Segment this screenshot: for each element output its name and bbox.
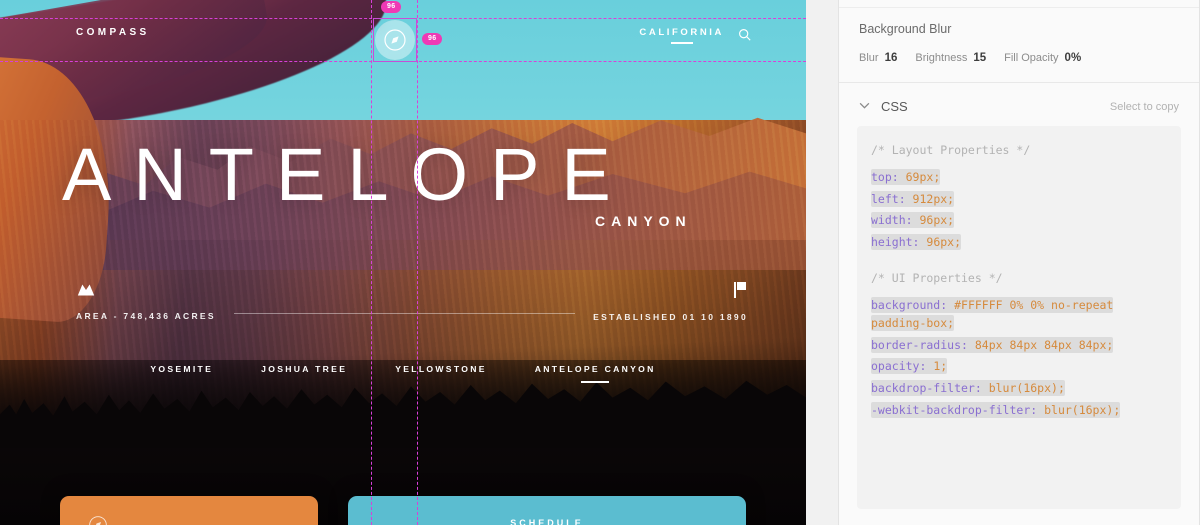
background-blur-properties: Blur 16 Brightness 15 Fill Opacity 0% xyxy=(859,52,1179,64)
inspector-panel: Background Blur Blur 16 Brightness 15 Fi… xyxy=(838,0,1200,525)
ui-properties-comment: /* UI Properties */ xyxy=(871,271,1003,286)
compass-icon xyxy=(384,29,406,51)
park-navigation: YOSEMITE JOSHUA TREE YELLOWSTONE ANTELOP… xyxy=(0,364,806,383)
css-prop: width: xyxy=(871,213,913,228)
css-code-block[interactable]: /* Layout Properties */ top: 69px; left:… xyxy=(857,126,1181,509)
canvas-gutter xyxy=(806,0,838,525)
css-prop: top: xyxy=(871,169,899,184)
flag-icon xyxy=(734,282,748,303)
fill-opacity-value[interactable]: 0% xyxy=(1065,52,1082,64)
blur-value[interactable]: 16 xyxy=(885,52,898,64)
meta-established-group: ESTABLISHED 01 10 1890 xyxy=(593,282,748,322)
css-decl-height[interactable]: height: 96px; xyxy=(871,234,1167,252)
css-section-title: CSS xyxy=(881,99,908,114)
css-decl-backdrop-filter[interactable]: backdrop-filter: blur(16px); xyxy=(871,380,1167,398)
css-decl-background[interactable]: background: #FFFFFF 0% 0% no-repeat padd… xyxy=(871,296,1167,333)
css-section-header[interactable]: CSS Select to copy xyxy=(839,83,1199,126)
selection-height-badge: 96 xyxy=(422,33,443,46)
compass-icon xyxy=(88,515,108,525)
chevron-down-icon[interactable] xyxy=(859,101,873,112)
css-value: 84px 84px 84px 84px; xyxy=(967,337,1114,352)
css-prop: backdrop-filter: xyxy=(871,381,982,396)
park-link-yellowstone[interactable]: YELLOWSTONE xyxy=(395,364,487,383)
css-value: 1; xyxy=(926,359,948,374)
design-inspector-app: COMPASS CALIFORNIA ANTELOPE CANYON AREA … xyxy=(0,0,1200,525)
brightness-value[interactable]: 15 xyxy=(973,52,986,64)
css-prop: background: xyxy=(871,297,948,312)
css-decl-webkit-backdrop-filter[interactable]: -webkit-backdrop-filter: blur(16px); xyxy=(871,401,1167,420)
area-text: AREA - 748,436 ACRES xyxy=(76,311,216,321)
blur-label: Blur xyxy=(859,52,879,64)
site-logo[interactable]: COMPASS xyxy=(76,27,150,38)
selection-width-badge: 96 xyxy=(381,1,402,14)
fill-opacity-label: Fill Opacity xyxy=(1004,52,1059,64)
css-prop: height: xyxy=(871,235,920,250)
card-explore[interactable] xyxy=(60,496,318,525)
css-prop: -webkit-backdrop-filter: xyxy=(871,402,1038,417)
background-blur-title: Background Blur xyxy=(859,22,952,36)
css-value: 69px; xyxy=(898,169,941,184)
search-icon[interactable] xyxy=(738,28,751,43)
css-prop: opacity: xyxy=(871,359,927,374)
brightness-label: Brightness xyxy=(915,52,968,64)
panel-section-clipped xyxy=(839,0,1199,8)
park-link-yosemite[interactable]: YOSEMITE xyxy=(150,364,213,383)
css-value: blur(16px); xyxy=(981,381,1065,396)
card-schedule-label: SCHEDULE xyxy=(510,518,584,525)
park-link-antelope-canyon[interactable]: ANTELOPE CANYON xyxy=(535,364,656,383)
page-subtitle: CANYON xyxy=(595,213,692,229)
compass-button[interactable] xyxy=(375,20,415,60)
card-schedule[interactable]: SCHEDULE xyxy=(348,496,746,525)
css-prop: border-radius: xyxy=(871,337,968,352)
nav-link-california[interactable]: CALIFORNIA xyxy=(639,27,724,44)
css-value: 96px; xyxy=(919,235,962,250)
css-value: 96px; xyxy=(912,213,955,228)
layout-properties-comment: /* Layout Properties */ xyxy=(871,143,1031,157)
established-text: ESTABLISHED 01 10 1890 xyxy=(593,312,748,322)
park-link-joshua-tree[interactable]: JOSHUA TREE xyxy=(261,364,347,383)
page-title: ANTELOPE xyxy=(62,133,633,216)
css-code-wrapper: /* Layout Properties */ top: 69px; left:… xyxy=(839,126,1199,525)
design-artboard: COMPASS CALIFORNIA ANTELOPE CANYON AREA … xyxy=(0,0,806,525)
css-value: blur(16px); xyxy=(1037,402,1121,417)
css-decl-border-radius[interactable]: border-radius: 84px 84px 84px 84px; xyxy=(871,336,1167,355)
css-decl-left[interactable]: left: 912px; xyxy=(871,190,1167,209)
bottom-cards: SCHEDULE xyxy=(0,496,806,525)
css-prop: left: xyxy=(871,191,906,206)
background-blur-section: Background Blur Blur 16 Brightness 15 Fi… xyxy=(839,8,1199,83)
meta-info-row: AREA - 748,436 ACRES ESTABLISHED 01 10 1… xyxy=(76,282,748,322)
meta-area-group: AREA - 748,436 ACRES xyxy=(76,283,216,321)
css-decl-width[interactable]: width: 96px; xyxy=(871,212,1167,230)
css-value: 912px; xyxy=(905,191,955,206)
css-decl-top[interactable]: top: 69px; xyxy=(871,168,1167,187)
css-decl-opacity[interactable]: opacity: 1; xyxy=(871,358,1167,376)
mountain-icon xyxy=(76,283,216,302)
select-to-copy-hint[interactable]: Select to copy xyxy=(1110,101,1179,113)
design-canvas[interactable]: COMPASS CALIFORNIA ANTELOPE CANYON AREA … xyxy=(0,0,806,525)
top-navigation: CALIFORNIA xyxy=(639,27,751,44)
meta-divider-line xyxy=(233,313,576,314)
